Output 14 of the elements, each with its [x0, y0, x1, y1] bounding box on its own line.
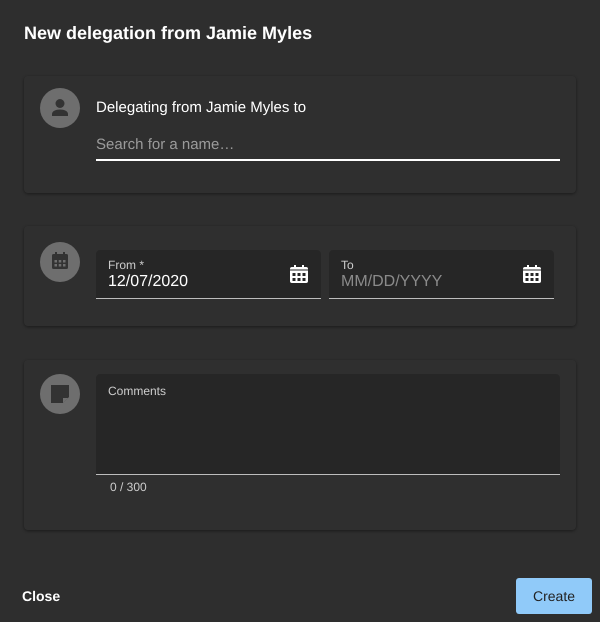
- search-field[interactable]: Search for a name…: [96, 136, 560, 161]
- calendar-icon[interactable]: [289, 264, 309, 284]
- close-button[interactable]: Close: [12, 580, 70, 612]
- note-icon: [40, 374, 80, 414]
- person-icon: [40, 88, 80, 128]
- character-counter: 0 / 300: [109, 479, 148, 496]
- dialog-title: New delegation from Jamie Myles: [24, 22, 314, 45]
- delegate-label: Delegating from Jamie Myles to: [96, 99, 308, 116]
- calendar-icon: [40, 242, 80, 282]
- calendar-icon[interactable]: [522, 264, 542, 284]
- create-button[interactable]: Create: [516, 578, 592, 614]
- comments-field[interactable]: Comments: [96, 374, 560, 475]
- date-field[interactable]: From * 12/07/2020: [96, 250, 321, 299]
- date-field[interactable]: To MM/DD/YYYY: [329, 250, 554, 299]
